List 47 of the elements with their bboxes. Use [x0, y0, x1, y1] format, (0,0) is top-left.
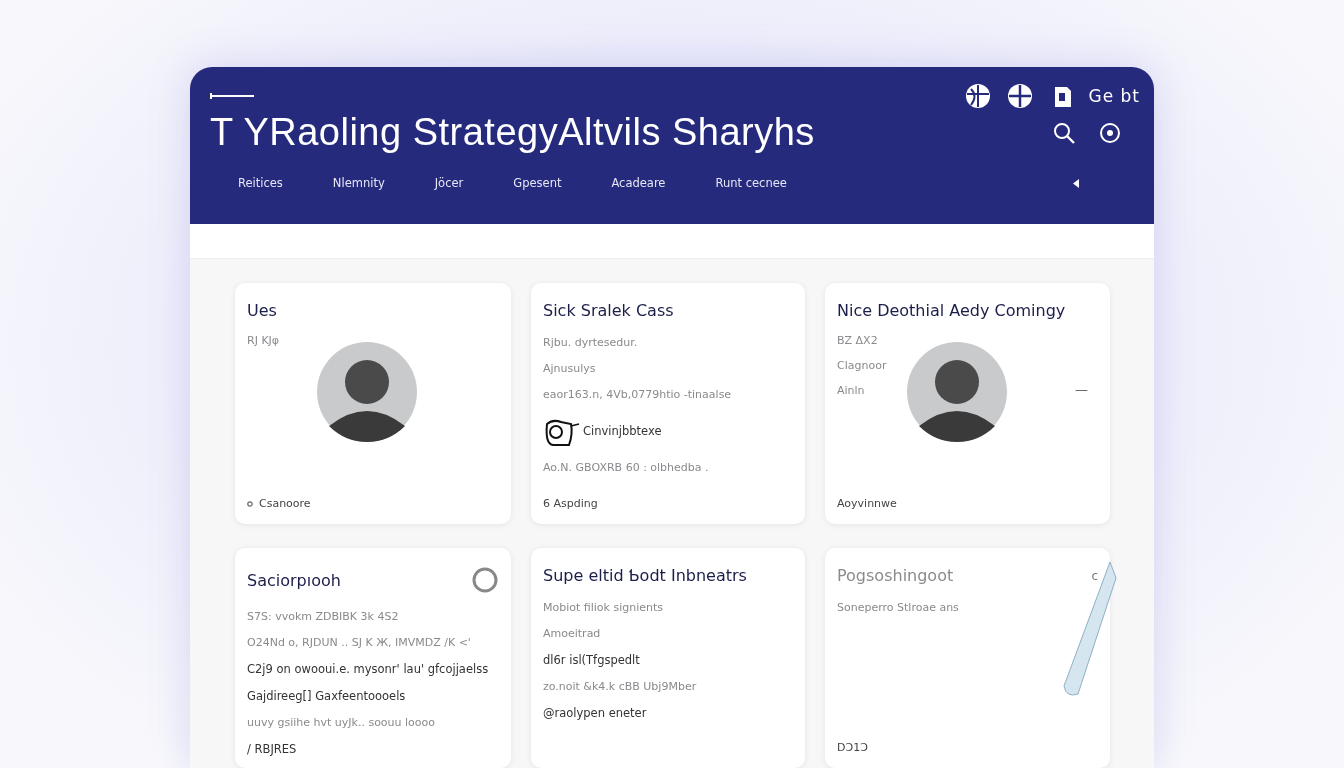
card-title: Saciorpıooh — [247, 570, 341, 590]
card-footer-text: DƆ1Ɔ — [837, 741, 868, 754]
card-side-text: c — [1091, 568, 1098, 583]
card-title: Supe eltid Ƅodt Inbneatrs — [543, 566, 747, 585]
card-footer-text: 6 Aspding — [543, 497, 598, 510]
card-line: dl6r isl(Tfgspedlt — [543, 653, 641, 667]
card-line: / RBJRES — [247, 742, 298, 756]
card-line: Ajnusulys — [543, 362, 597, 375]
card-line: zo.noit &k4.k cBB Ubj9Mber — [543, 680, 698, 693]
card-line: Mobiot filiok signients — [543, 601, 665, 614]
card-line: uuvy gsiihe hvt uyJk.. soouu loooo — [247, 716, 436, 729]
card-line: Rjbu. dyrtesedur. — [543, 336, 639, 349]
card-line: O24Nd o, RJDUN .. SJ K Ж, IMVMDZ /K <' — [247, 636, 472, 649]
caret-icon[interactable] — [1072, 178, 1080, 188]
app-title: T YRaoling StrategyAltvils Sharyhs — [210, 111, 815, 154]
account-label[interactable]: Ge bt — [1088, 86, 1140, 106]
nav-item[interactable]: Gpesent — [513, 176, 562, 190]
target-icon[interactable] — [1098, 120, 1122, 145]
card-line: S7S: vvokm ZDBIBK 3k 4S2 — [247, 610, 400, 623]
dash-text: — — [1075, 382, 1089, 397]
card-footer-text: Csanoore — [259, 497, 311, 510]
card-line: BZ ΔX2 — [837, 334, 879, 347]
card-line: eaor163.n, 4Vb,0779htio -tinaalse — [543, 388, 733, 401]
nav-item[interactable]: Reitices — [238, 176, 283, 190]
card-line: Cinvinjbbtexe — [583, 424, 662, 438]
card-line: Gajdireeg[] Gaxfeentoooels — [247, 689, 407, 703]
nav-item[interactable]: Nlemnity — [332, 176, 385, 190]
card-line: Ao.N. GBOXRB 60 : olbhedba . — [543, 461, 710, 474]
menu-icon[interactable] — [210, 93, 254, 99]
card-line: Soneperro Stlroae ans — [837, 601, 960, 614]
card-line: Ainln — [837, 384, 866, 397]
nav-item[interactable]: Runt cecnee — [715, 176, 787, 190]
card-line: Amoeitrad — [543, 627, 602, 640]
card-line: @raolypen eneter — [543, 706, 648, 720]
search-icon[interactable] — [1052, 120, 1076, 145]
nav-item[interactable]: Jöcer — [434, 176, 464, 190]
card-title: Pogsoshingoot — [837, 566, 954, 585]
card-line: RJ KJφ — [247, 334, 281, 347]
card-line: C2j9 on owooui.e. mysonr' lau' gfcojjaelss — [247, 662, 490, 676]
card-footer-text: Aoyvinnwe — [837, 497, 897, 510]
card-title: Ues — [247, 301, 277, 320]
nav-item[interactable]: Acadeare — [611, 176, 666, 190]
bullet-icon — [247, 500, 253, 507]
card-line: Clagnoor — [837, 359, 888, 372]
ring-icon — [471, 566, 499, 594]
card-title: Nice Deothial Aedy Comingy — [837, 301, 1066, 320]
card-title: Sick Sralek Cass — [543, 301, 674, 320]
